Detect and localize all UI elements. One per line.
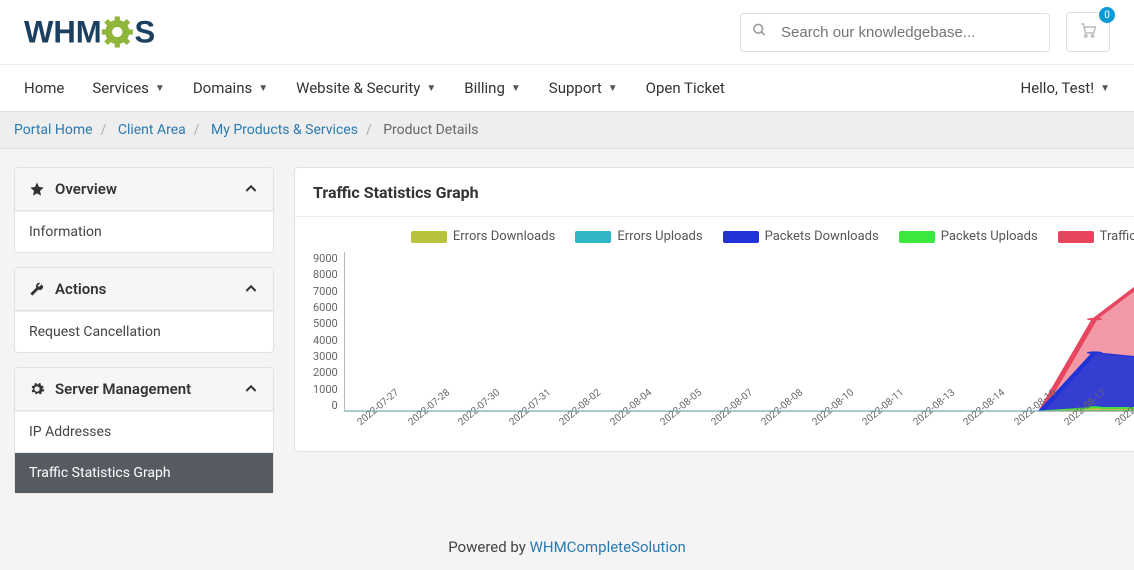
- footer-link[interactable]: WHMCompleteSolution: [530, 538, 686, 556]
- sidebar-item-traffic-stats[interactable]: Traffic Statistics Graph: [15, 452, 273, 493]
- chevron-down-icon: ▼: [155, 83, 165, 94]
- nav-website-security[interactable]: Website & Security▼: [296, 65, 436, 111]
- chevron-up-icon: [243, 281, 259, 297]
- chevron-down-icon: ▼: [258, 83, 268, 94]
- breadcrumb-current: Product Details: [383, 122, 478, 138]
- search-input[interactable]: [740, 13, 1050, 52]
- traffic-card: Traffic Statistics Graph Errors Download…: [294, 167, 1134, 452]
- star-icon: [29, 181, 45, 197]
- wrench-icon: [29, 281, 45, 297]
- legend-errors-uploads[interactable]: Errors Uploads: [575, 229, 702, 244]
- nav-support[interactable]: Support▼: [549, 65, 618, 111]
- chevron-down-icon: ▼: [511, 83, 521, 94]
- sidebar-item-information[interactable]: Information: [15, 211, 273, 252]
- breadcrumb: Portal Home/ Client Area/ My Products & …: [0, 112, 1134, 149]
- chevron-down-icon: ▼: [608, 83, 618, 94]
- search-icon: [752, 23, 767, 42]
- chevron-down-icon: ▼: [426, 83, 436, 94]
- sidebar-item-request-cancellation[interactable]: Request Cancellation: [15, 311, 273, 352]
- y-axis: 9000800070006000500040003000200010000: [313, 252, 344, 412]
- chevron-up-icon: [243, 381, 259, 397]
- logo[interactable]: WHM S: [24, 13, 214, 51]
- top-header: WHM S 0: [0, 0, 1134, 65]
- cart-button[interactable]: 0: [1066, 12, 1110, 52]
- nav-user-greeting[interactable]: Hello, Test!▼: [1021, 79, 1111, 97]
- footer: Powered by WHMCompleteSolution: [0, 508, 1134, 570]
- search-box: [740, 13, 1050, 52]
- sidebar-actions-head[interactable]: Actions: [15, 268, 273, 311]
- gear-icon: [29, 381, 45, 397]
- main-nav: Home Services▼ Domains▼ Website & Securi…: [0, 65, 1134, 112]
- chevron-down-icon: ▼: [1100, 83, 1110, 94]
- x-axis: 2022-07-272022-07-282022-07-302022-07-31…: [349, 412, 1134, 433]
- legend-errors-downloads[interactable]: Errors Downloads: [411, 229, 555, 244]
- breadcrumb-portal[interactable]: Portal Home: [14, 122, 93, 138]
- legend-packets-uploads[interactable]: Packets Uploads: [899, 229, 1038, 244]
- card-title: Traffic Statistics Graph: [313, 183, 479, 202]
- legend-traffics-downloads[interactable]: Traffics Downloads: [1058, 229, 1134, 244]
- nav-services[interactable]: Services▼: [92, 65, 164, 111]
- chevron-up-icon: [243, 181, 259, 197]
- sidebar-overview-panel: Overview Information: [14, 167, 274, 253]
- cart-badge: 0: [1099, 7, 1115, 23]
- sidebar: Overview Information Actions Request Can…: [14, 167, 274, 508]
- nav-home[interactable]: Home: [24, 65, 64, 111]
- sidebar-server-panel: Server Management IP Addresses Traffic S…: [14, 367, 274, 494]
- nav-list: Home Services▼ Domains▼ Website & Securi…: [24, 65, 725, 111]
- sidebar-server-head[interactable]: Server Management: [15, 368, 273, 411]
- breadcrumb-products[interactable]: My Products & Services: [211, 122, 358, 138]
- svg-text:WHM: WHM: [24, 14, 102, 49]
- nav-domains[interactable]: Domains▼: [193, 65, 268, 111]
- breadcrumb-client[interactable]: Client Area: [118, 122, 186, 138]
- svg-text:S: S: [135, 14, 156, 49]
- sidebar-actions-panel: Actions Request Cancellation: [14, 267, 274, 353]
- main-content: Traffic Statistics Graph Errors Download…: [294, 167, 1134, 508]
- card-title-row: Traffic Statistics Graph: [295, 168, 1134, 217]
- chart-legend: Errors Downloads Errors Uploads Packets …: [313, 229, 1134, 244]
- sidebar-item-ip-addresses[interactable]: IP Addresses: [15, 411, 273, 452]
- nav-open-ticket[interactable]: Open Ticket: [646, 65, 725, 111]
- nav-billing[interactable]: Billing▼: [464, 65, 521, 111]
- sidebar-overview-head[interactable]: Overview: [15, 168, 273, 211]
- legend-packets-downloads[interactable]: Packets Downloads: [723, 229, 879, 244]
